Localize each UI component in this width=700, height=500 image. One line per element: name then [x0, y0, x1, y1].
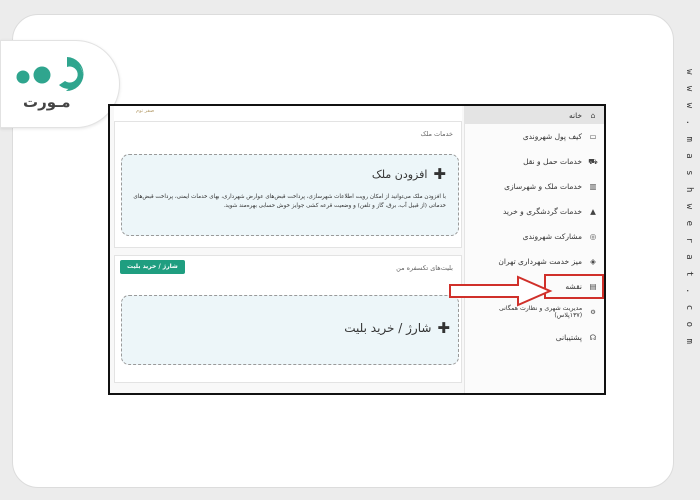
property-services-panel: خدمات ملک ✚ افزودن ملک با افزودن ملک می‌…	[114, 121, 462, 248]
car-icon: ⛟	[588, 156, 598, 166]
sidebar-item-transport[interactable]: ⛟ خدمات حمل و نقل	[465, 149, 604, 174]
buy-ticket-label: شارژ / خرید بلیت	[344, 321, 432, 335]
add-property-heading[interactable]: ✚ افزودن ملک	[372, 165, 446, 183]
top-bar-note: صفر توم	[136, 108, 155, 114]
pointer-arrow-icon	[449, 275, 553, 307]
site-watermark-text: w w w . m a s h w e r a t . c o m	[684, 69, 694, 347]
panel-title: بلیت‌های تکسفره من	[396, 264, 453, 272]
sidebar-item-label: خدمات گردشگری و خرید	[503, 207, 582, 216]
sidebar-item-support[interactable]: ☊ پشتیبانی	[465, 325, 604, 350]
headset-icon: ☊	[589, 333, 597, 342]
home-icon: ⌂	[590, 110, 596, 120]
box-icon: ◈	[590, 257, 596, 266]
sidebar: ⌂ خانه ▭ کیف پول شهروندی ⛟ خدمات حمل و ن…	[464, 106, 604, 393]
buy-ticket-button[interactable]: شارژ / خرید بلیت	[120, 260, 185, 274]
sidebar-item-wallet[interactable]: ▭ کیف پول شهروندی	[465, 124, 604, 149]
sidebar-item-label: خدمات ملک و شهرسازی	[504, 182, 582, 191]
top-bar: صفر توم	[114, 106, 462, 122]
sidebar-item-label: میز خدمت شهرداری تهران	[498, 257, 582, 266]
sidebar-item-label: خانه	[568, 110, 582, 120]
sidebar-item-label: نقشه	[565, 282, 582, 291]
sidebar-item-home[interactable]: ⌂ خانه	[465, 106, 604, 124]
wallet-icon: ▭	[589, 132, 597, 141]
plus-icon: ✚	[437, 319, 450, 337]
gear-icon: ⚙	[590, 308, 596, 316]
sidebar-item-tourism[interactable]: ▲ خدمات گردشگری و خرید	[465, 199, 604, 224]
panel-title: خدمات ملک	[420, 130, 453, 138]
add-property-box[interactable]: ✚ افزودن ملک با افزودن ملک می‌توانید از …	[121, 154, 459, 236]
buy-ticket-heading[interactable]: ✚ شارژ / خرید بلیت	[344, 319, 450, 337]
sidebar-item-label: مشارکت شهروندی	[522, 232, 582, 241]
sidebar-item-label: مدیریت شهری و نظارت همگانی (۱۳۷پلاس)	[498, 305, 583, 319]
tickets-panel: بلیت‌های تکسفره من شارژ / خرید بلیت ✚ شا…	[114, 255, 462, 383]
building-icon: ▥	[589, 182, 597, 191]
sidebar-item-service-desk[interactable]: ◈ میز خدمت شهرداری تهران	[465, 249, 604, 274]
sidebar-item-label: خدمات حمل و نقل	[523, 157, 582, 166]
sidebar-item-property[interactable]: ▥ خدمات ملک و شهرسازی	[465, 174, 604, 199]
sidebar-item-participation[interactable]: ◎ مشارکت شهروندی	[465, 224, 604, 249]
sidebar-item-label: پشتیبانی	[555, 333, 582, 342]
logo: مـورت	[0, 40, 120, 128]
main-content: صفر توم خدمات ملک ✚ افزودن ملک با افزودن…	[114, 106, 462, 393]
screenshot-frame: صفر توم خدمات ملک ✚ افزودن ملک با افزودن…	[108, 104, 606, 395]
handshake-icon: ◎	[589, 232, 597, 241]
map-icon: ▤	[589, 282, 597, 291]
shopping-bag-icon: ▲	[590, 207, 596, 216]
site-watermark: w w w . m a s h w e r a t . c o m	[684, 69, 694, 347]
plus-icon: ✚	[433, 165, 446, 183]
buy-ticket-box[interactable]: ✚ شارژ / خرید بلیت	[121, 295, 459, 365]
sidebar-item-label: کیف پول شهروندی	[522, 132, 582, 141]
logo-text: مـورت	[23, 93, 71, 111]
add-property-description: با افزودن ملک می‌توانید از امکان رویت اط…	[133, 194, 446, 209]
add-property-label: افزودن ملک	[371, 167, 428, 181]
